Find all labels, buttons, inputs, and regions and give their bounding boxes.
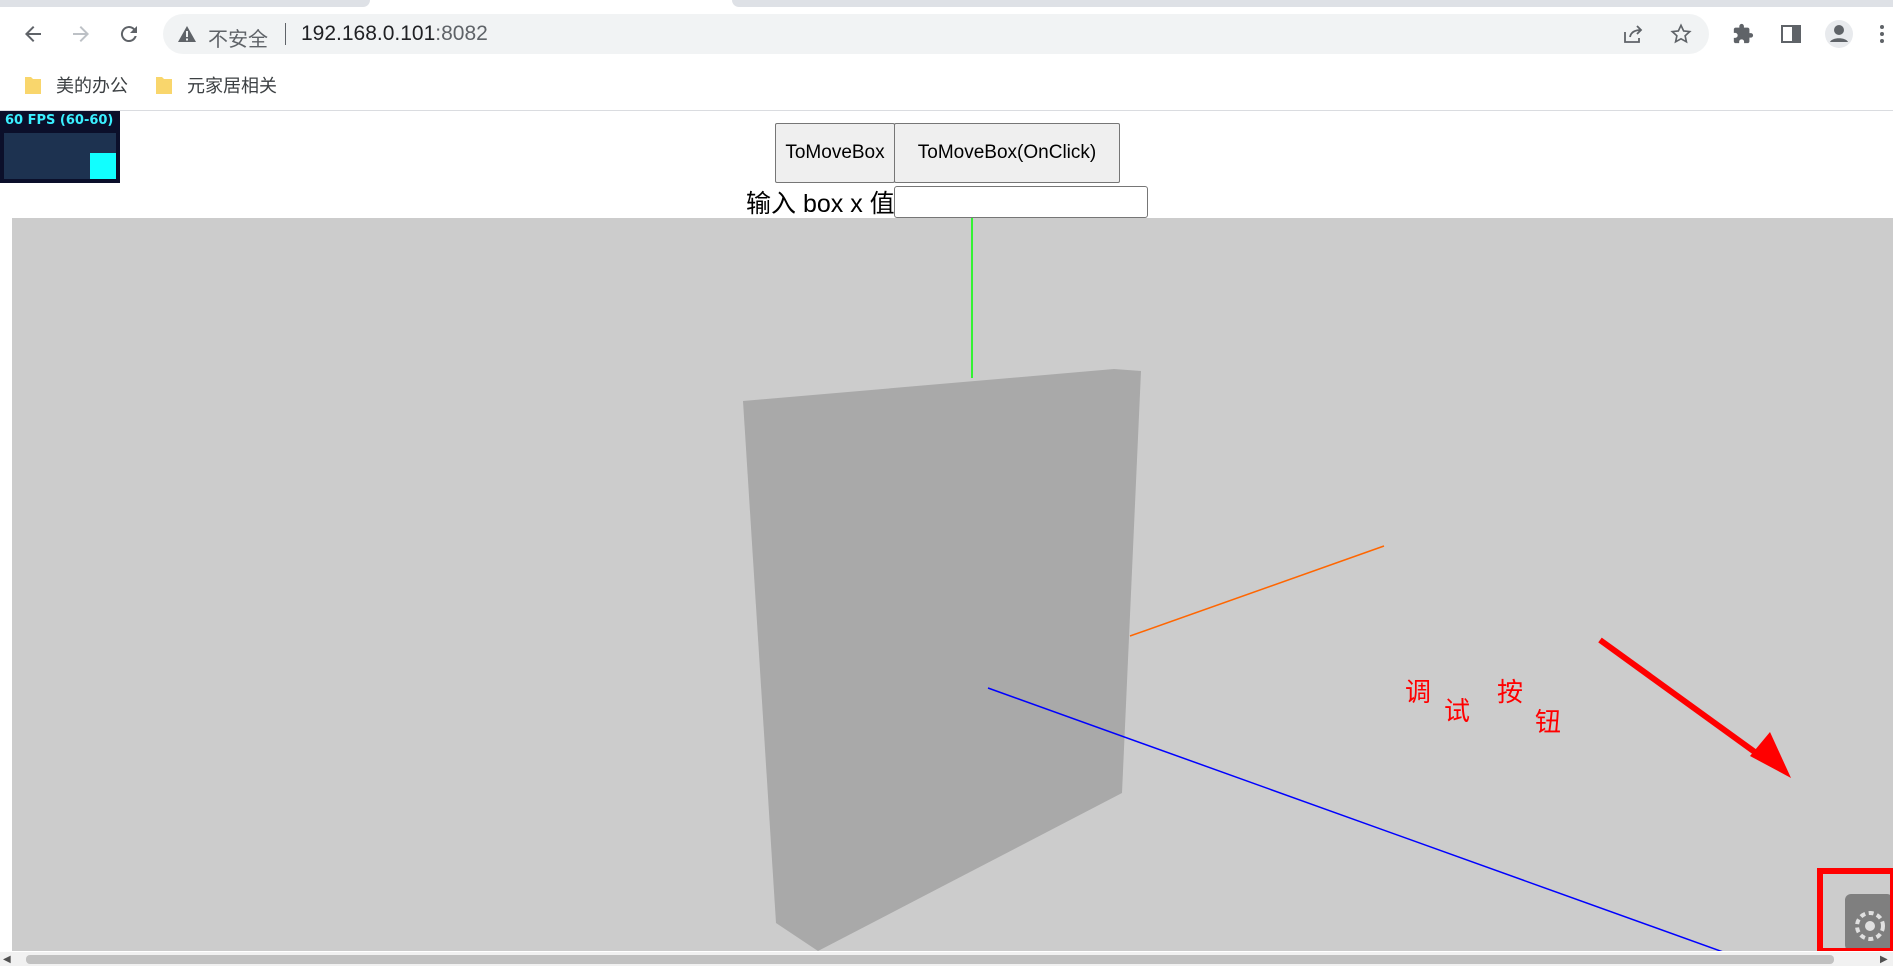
fps-stats-panel[interactable]: 60 FPS (60-60): [0, 111, 120, 183]
extensions-button[interactable]: [1727, 18, 1759, 50]
url-text[interactable]: 192.168.0.101:8082: [301, 22, 488, 46]
reload-button[interactable]: [111, 16, 147, 52]
url-separator: [285, 23, 286, 45]
debug-gear-button[interactable]: [1845, 894, 1893, 951]
back-icon: [25, 26, 41, 42]
x-axis-line: [1129, 545, 1385, 637]
address-bar[interactable]: 不安全 192.168.0.101:8082: [163, 14, 1709, 54]
share-icon: [1624, 25, 1643, 43]
annotation-char: 调: [1405, 678, 1432, 708]
security-label[interactable]: 不安全: [208, 23, 268, 52]
fps-label: 60 FPS (60-60): [5, 113, 114, 128]
url-port: :8082: [435, 22, 488, 45]
reload-icon: [120, 26, 137, 43]
threejs-scene-canvas[interactable]: [12, 218, 1893, 951]
scrollbar-thumb[interactable]: [26, 955, 1834, 964]
page-viewport: 60 FPS (60-60) ToMoveBox ToMoveBox(OnCli…: [0, 111, 1893, 966]
browser-toolbar: 不安全 192.168.0.101:8082: [0, 8, 1893, 60]
to-move-box-onclick-button[interactable]: ToMoveBox(OnClick): [894, 123, 1120, 183]
folder-icon: [25, 77, 41, 94]
bookmark-folder-yuan-home[interactable]: 元家居相关: [155, 71, 277, 99]
scroll-left-arrow-icon[interactable]: ◀: [3, 954, 11, 965]
profile-icon: [1825, 20, 1853, 48]
side-panel-button[interactable]: [1775, 18, 1807, 50]
menu-icon: [1880, 25, 1884, 43]
scene-graphics: [743, 218, 1893, 951]
to-move-box-button[interactable]: ToMoveBox: [775, 123, 895, 183]
side-panel-icon: [1781, 25, 1801, 43]
folder-icon: [156, 77, 172, 94]
inactive-tab[interactable]: [732, 0, 1893, 7]
annotation-char: 试: [1444, 697, 1471, 727]
annotation-char: 钮: [1535, 708, 1562, 738]
forward-icon: [73, 26, 89, 42]
tab-strip: [0, 0, 1893, 8]
bookmark-folder-meidi-office[interactable]: 美的办公: [24, 71, 128, 99]
profile-button[interactable]: [1823, 18, 1855, 50]
box-x-input[interactable]: [894, 186, 1148, 218]
extensions-icon: [1733, 23, 1754, 44]
fps-graph-bar: [90, 153, 116, 179]
url-host: 192.168.0.101: [301, 22, 436, 45]
menu-button[interactable]: [1871, 18, 1893, 50]
annotation-arrow-shaft: [1598, 637, 1772, 766]
back-button[interactable]: [15, 16, 51, 52]
bookmark-label: 元家居相关: [187, 76, 277, 96]
fps-graph: [4, 133, 116, 179]
bookmark-star-button[interactable]: [1667, 20, 1695, 48]
bookmark-label: 美的办公: [56, 76, 128, 96]
gray-box-mesh: [743, 369, 1141, 951]
horizontal-scrollbar[interactable]: ◀ ▶: [0, 952, 1893, 966]
annotation-char: 按: [1497, 678, 1524, 708]
box-x-input-label: 输入 box x 值: [746, 190, 895, 218]
gear-icon-center: [1865, 921, 1875, 931]
star-icon: [1670, 23, 1692, 44]
bookmarks-bar: 美的办公 元家居相关: [0, 60, 1893, 111]
annotation-arrow-head: [1750, 732, 1791, 778]
warning-icon[interactable]: [177, 25, 197, 43]
share-button[interactable]: [1619, 20, 1647, 48]
forward-button[interactable]: [63, 16, 99, 52]
inactive-tab[interactable]: [0, 0, 370, 7]
scroll-right-arrow-icon[interactable]: ▶: [1880, 954, 1888, 965]
